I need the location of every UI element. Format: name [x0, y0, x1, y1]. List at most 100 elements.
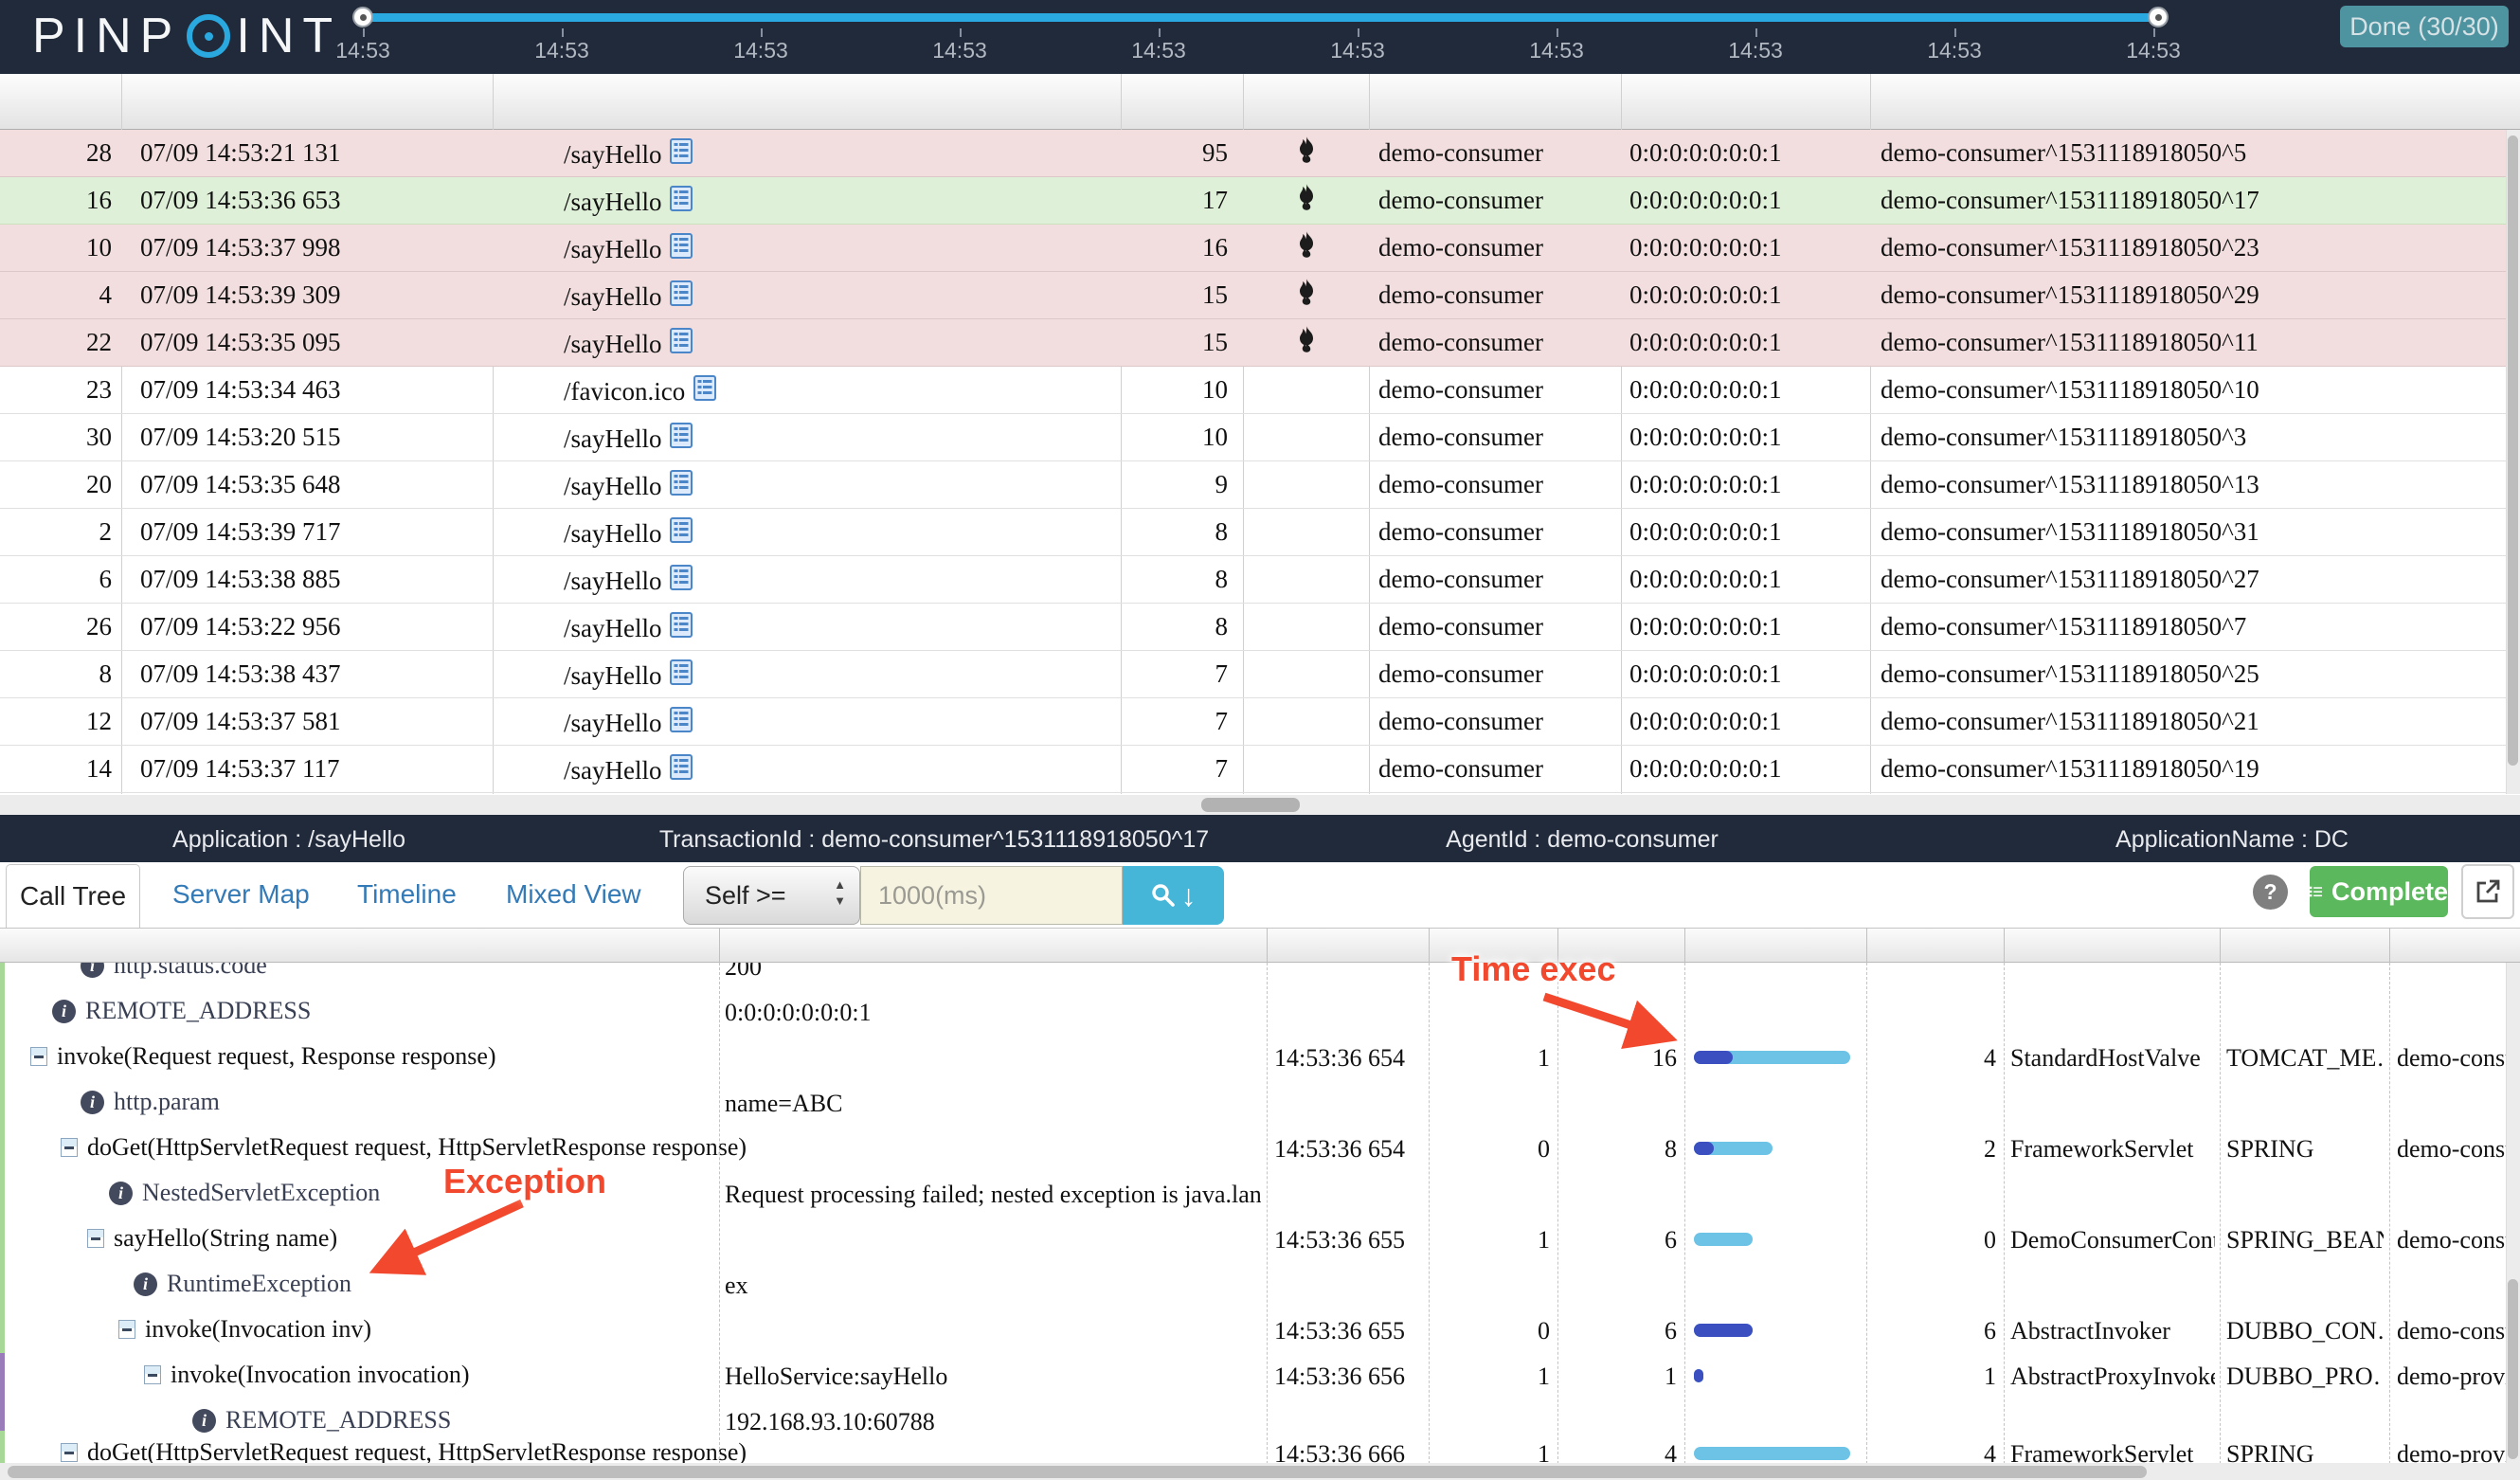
- collapse-expander-icon[interactable]: [61, 1138, 78, 1157]
- call-tree-column-divider: [719, 963, 721, 1464]
- collapse-expander-icon[interactable]: [144, 1365, 161, 1384]
- transaction-row[interactable]: 12 07/09 14:53:37 581/sayHello 7 demo-consu…: [0, 698, 2520, 746]
- call-tree-start-time: 14:53:36 655: [1274, 1317, 1405, 1345]
- call-tree-self-ms: 0: [1984, 1226, 1996, 1254]
- transaction-detail-icon[interactable]: [670, 186, 693, 218]
- transactions-horizontal-scrollbar-thumb[interactable]: [1201, 798, 1300, 812]
- transaction-detail-icon[interactable]: [670, 138, 693, 171]
- transaction-path: /sayHello: [564, 233, 693, 265]
- call-tree-row[interactable]: i http.status.code 200: [0, 963, 2506, 989]
- timeline-tick-mark: [1557, 28, 1558, 37]
- call-tree-row[interactable]: i NestedServletException Request processin…: [0, 1171, 2506, 1217]
- transaction-exception-cell: [1243, 136, 1369, 170]
- transaction-row[interactable]: 8 07/09 14:53:38 437/sayHello 7 demo-consum…: [0, 651, 2520, 698]
- self-filter-select[interactable]: Self >= ▲ ▼: [683, 866, 860, 925]
- transaction-detail-icon[interactable]: [670, 659, 693, 692]
- open-in-new-button[interactable]: [2461, 864, 2514, 919]
- call-tree-vertical-scrollbar-thumb[interactable]: [2508, 1279, 2518, 1459]
- call-tree-row[interactable]: invoke(Invocation invocation) HelloServic…: [0, 1353, 2506, 1399]
- call-tree-row[interactable]: invoke(Request request, Response respons…: [0, 1035, 2506, 1080]
- method-label: invoke(Invocation invocation): [171, 1361, 470, 1388]
- transactions-vertical-scrollbar-thumb[interactable]: [2508, 135, 2518, 766]
- open-in-new-icon: [2476, 879, 2500, 903]
- transaction-path: /sayHello: [564, 423, 693, 455]
- transaction-detail-icon[interactable]: [670, 423, 693, 455]
- transaction-response-ms: 17: [1202, 186, 1228, 214]
- transaction-number: 23: [86, 375, 112, 404]
- call-tree-exec-ms: 8: [1665, 1135, 1677, 1163]
- collapse-expander-icon[interactable]: [87, 1229, 104, 1248]
- call-tree-row[interactable]: i RuntimeException ex: [0, 1262, 2506, 1308]
- transaction-detail-icon[interactable]: [670, 328, 693, 360]
- transaction-id: demo-consumer^1531118918050^25: [1881, 659, 2259, 688]
- call-tree-row[interactable]: i http.param name=ABC: [0, 1080, 2506, 1126]
- transaction-detail-icon[interactable]: [670, 517, 693, 550]
- transaction-row[interactable]: 20 07/09 14:53:35 648/sayHello 9 demo-consu…: [0, 461, 2520, 509]
- ms-threshold-input[interactable]: 1000(ms): [860, 866, 1123, 925]
- logo-target-icon: [187, 14, 231, 58]
- transaction-number: 16: [86, 186, 112, 214]
- call-tree-row[interactable]: i REMOTE_ADDRESS 0:0:0:0:0:0:0:1: [0, 989, 2506, 1035]
- transaction-detail-icon[interactable]: [670, 707, 693, 739]
- complete-button[interactable]: Complete: [2310, 866, 2448, 917]
- transaction-row[interactable]: 23 07/09 14:53:34 463/favicon.ico 10 demo-c…: [0, 367, 2520, 414]
- call-tree-row[interactable]: sayHello(String name) 14:53:36 655 1 6 0 Demo…: [0, 1217, 2506, 1262]
- transaction-id: demo-consumer^1531118918050^5: [1881, 138, 2247, 167]
- transaction-start-time: 07/09 14:53:38 885: [140, 565, 341, 593]
- call-tree-self-ms: 1: [1984, 1363, 1996, 1390]
- transaction-detail-icon[interactable]: [670, 280, 693, 313]
- transaction-path-text: /sayHello: [564, 234, 662, 263]
- exec-percent-bar: [1694, 1324, 1753, 1337]
- transaction-number: 6: [99, 565, 113, 593]
- pinpoint-logo: PINP INT: [32, 9, 341, 63]
- transaction-row[interactable]: 10 07/09 14:53:37 998/sayHello 16 demo-cons…: [0, 225, 2520, 272]
- tab-timeline[interactable]: Timeline: [357, 879, 457, 910]
- transaction-path: /sayHello: [564, 138, 693, 171]
- transaction-detail-icon[interactable]: [670, 565, 693, 597]
- transaction-detail-icon[interactable]: [670, 754, 693, 786]
- transaction-row[interactable]: 16 07/09 14:53:36 653/sayHello 17 demo-cons…: [0, 177, 2520, 225]
- tab-call-tree[interactable]: Call Tree: [6, 864, 140, 928]
- transaction-row[interactable]: 30 07/09 14:53:20 515/sayHello 10 demo-cons…: [0, 414, 2520, 461]
- transaction-row[interactable]: 4 07/09 14:53:39 309/sayHello 15 demo-consu…: [0, 272, 2520, 319]
- transaction-path-text: /sayHello: [564, 281, 662, 311]
- transaction-number: 22: [86, 328, 112, 356]
- transaction-detail-icon[interactable]: [693, 375, 717, 407]
- transaction-detail-icon[interactable]: [670, 612, 693, 644]
- transaction-start-time: 07/09 14:53:37 998: [140, 233, 341, 262]
- transaction-start-time: 07/09 14:53:21 131: [140, 138, 341, 167]
- transaction-detail-icon[interactable]: [670, 470, 693, 502]
- call-tree-row[interactable]: doGet(HttpServletRequest request, HttpSe…: [0, 1431, 2506, 1464]
- transaction-client-ip: 0:0:0:0:0:0:0:1: [1629, 328, 1782, 356]
- transaction-response-ms: 8: [1215, 612, 1229, 641]
- transaction-row[interactable]: 26 07/09 14:53:22 956/sayHello 8 demo-consu…: [0, 604, 2520, 651]
- timeline-tick-mark: [1358, 28, 1359, 37]
- tab-mixed-view[interactable]: Mixed View: [506, 879, 641, 910]
- info-icon: i: [81, 963, 104, 978]
- transaction-number: 20: [86, 470, 112, 498]
- call-tree-row[interactable]: doGet(HttpServletRequest request, HttpSe…: [0, 1126, 2506, 1171]
- timeline-tick-label: 14:53: [335, 38, 390, 63]
- timeline-left-handle[interactable]: [352, 7, 373, 27]
- collapse-expander-icon[interactable]: [61, 1443, 78, 1462]
- collapse-expander-icon[interactable]: [30, 1047, 47, 1066]
- transaction-detail-icon[interactable]: [670, 233, 693, 265]
- timeline-track[interactable]: [363, 13, 2158, 22]
- transaction-row[interactable]: 28 07/09 14:53:21 131/sayHello 95 demo-cons…: [0, 130, 2520, 177]
- transaction-row[interactable]: 2 07/09 14:53:39 717/sayHello 8 demo-consum…: [0, 509, 2520, 556]
- collapse-expander-icon[interactable]: [118, 1320, 135, 1339]
- depth-strip-consumer: [0, 963, 5, 989]
- transaction-row[interactable]: 6 07/09 14:53:38 885/sayHello 8 demo-consum…: [0, 556, 2520, 604]
- transaction-row[interactable]: 14 07/09 14:53:37 117/sayHello 7 demo-consu…: [0, 746, 2520, 793]
- done-button[interactable]: Done (30/30): [2340, 6, 2509, 47]
- timeline-right-handle[interactable]: [2148, 7, 2169, 27]
- transaction-id: demo-consumer^1531118918050^11: [1881, 328, 2259, 356]
- tab-server-map[interactable]: Server Map: [172, 879, 310, 910]
- call-tree-column-divider: [1866, 963, 1868, 1464]
- call-tree-row[interactable]: invoke(Invocation inv) 14:53:36 655 0 6 6 Abs…: [0, 1308, 2506, 1353]
- filter-search-button[interactable]: ↓: [1123, 866, 1224, 925]
- transaction-row[interactable]: 22 07/09 14:53:35 095/sayHello 15 demo-cons…: [0, 319, 2520, 367]
- timeline-tick-mark: [960, 28, 962, 37]
- call-tree-horizontal-scrollbar-thumb[interactable]: [8, 1466, 2147, 1478]
- help-button[interactable]: ?: [2253, 875, 2288, 910]
